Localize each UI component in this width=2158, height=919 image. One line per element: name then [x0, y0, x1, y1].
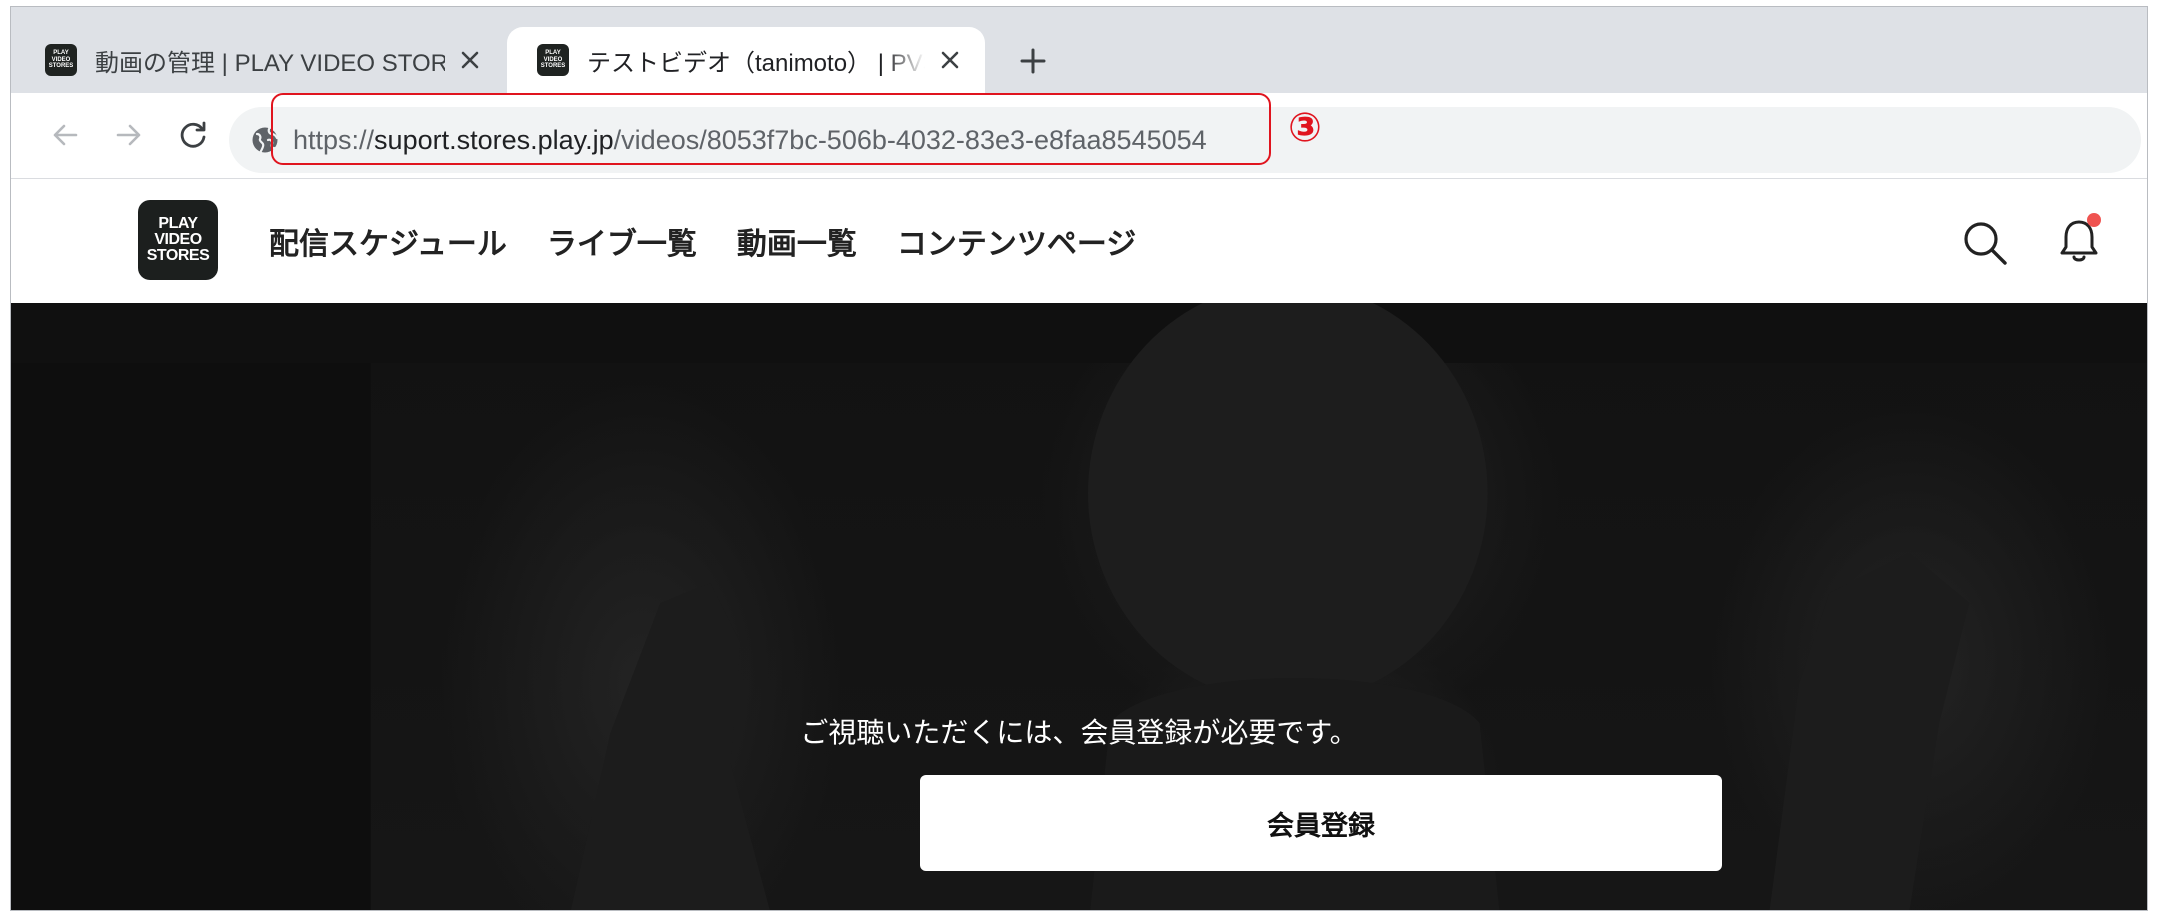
close-icon[interactable]	[455, 45, 485, 75]
nav-item-live-list[interactable]: ライブ一覧	[547, 219, 697, 263]
tab-test-video[interactable]: PLAY VIDEO STORES テストビデオ（tanimoto） | PVS…	[507, 27, 985, 93]
search-button[interactable]	[1961, 219, 2009, 267]
register-button[interactable]: 会員登録	[920, 775, 1722, 871]
forward-button[interactable]	[107, 113, 151, 157]
tab-title: テストビデオ（tanimoto） | PVS Support	[587, 49, 925, 77]
site-nav: 配信スケジュール ライブ一覧 動画一覧 コンテンツページ	[269, 179, 1136, 303]
site-header: PLAY VIDEO STORES 配信スケジュール ライブ一覧 動画一覧 コン…	[11, 179, 2147, 303]
annotation-url-highlight	[271, 93, 1271, 165]
play-video-stores-favicon: PLAY VIDEO STORES	[537, 44, 569, 76]
play-video-stores-favicon: PLAY VIDEO STORES	[45, 44, 77, 76]
tab-video-management[interactable]: PLAY VIDEO STORES 動画の管理 | PLAY VIDEO STO…	[15, 27, 505, 93]
notification-button[interactable]	[2055, 213, 2103, 269]
tab-strip: PLAY VIDEO STORES 動画の管理 | PLAY VIDEO STO…	[11, 7, 2147, 93]
nav-item-schedule[interactable]: 配信スケジュール	[269, 219, 507, 263]
arrow-right-icon	[116, 124, 141, 146]
notification-badge	[2087, 213, 2101, 227]
nav-item-content-page[interactable]: コンテンツページ	[897, 219, 1136, 263]
annotation-marker: ③	[1288, 106, 1322, 150]
arrow-left-icon	[53, 124, 78, 146]
tab-title: 動画の管理 | PLAY VIDEO STORES	[95, 49, 445, 77]
new-tab-button[interactable]	[1011, 39, 1055, 83]
reload-icon	[180, 121, 206, 148]
site-logo[interactable]: PLAY VIDEO STORES	[138, 200, 218, 280]
search-icon	[1964, 222, 2007, 265]
video-paywall-hero: ご視聴いただくには、会員登録が必要です。 会員登録	[11, 303, 2147, 910]
nav-item-video-list[interactable]: 動画一覧	[737, 219, 857, 263]
reload-button[interactable]	[171, 113, 215, 157]
registration-required-message: ご視聴いただくには、会員登録が必要です。	[800, 717, 1358, 748]
plus-icon	[1020, 48, 1046, 74]
close-icon[interactable]	[935, 45, 965, 75]
back-button[interactable]	[43, 113, 87, 157]
